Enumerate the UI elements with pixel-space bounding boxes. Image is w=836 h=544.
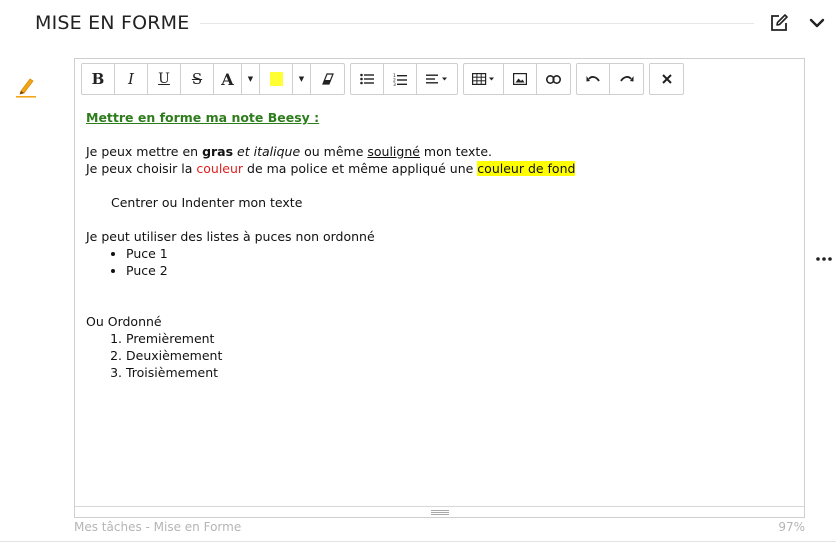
bulleted-list-icon bbox=[360, 73, 374, 85]
redo-icon bbox=[619, 76, 633, 82]
list-item: Puce 2 bbox=[126, 262, 786, 279]
redo-button[interactable] bbox=[610, 64, 643, 94]
bulleted-list: Puce 1 Puce 2 bbox=[86, 245, 786, 279]
highlight-color-dropdown[interactable]: ▼ bbox=[293, 64, 311, 94]
edit-square-icon bbox=[771, 14, 788, 31]
zoom-level: 97% bbox=[778, 520, 805, 534]
insert-image-button[interactable] bbox=[504, 64, 537, 94]
note-title: Mettre en forme ma note Beesy : bbox=[86, 110, 320, 125]
toolbar-group-lists: 1 2 3 bbox=[350, 63, 458, 95]
underline-button[interactable]: U bbox=[148, 64, 181, 94]
editor-resize-handle[interactable] bbox=[75, 506, 804, 517]
editor-content[interactable]: Mettre en forme ma note Beesy : Je peux … bbox=[86, 109, 786, 381]
grip-icon bbox=[430, 509, 449, 515]
list-item: Troisièmement bbox=[126, 364, 786, 381]
clear-format-button[interactable] bbox=[311, 64, 344, 94]
edit-button[interactable] bbox=[768, 12, 790, 34]
editor-toolbar: B I U S A ▼ ▼ 1 2 3 bbox=[81, 63, 684, 95]
highlight-color-button[interactable] bbox=[260, 64, 293, 94]
numbered-list-icon: 1 2 3 bbox=[393, 73, 407, 86]
svg-text:3: 3 bbox=[393, 82, 396, 86]
bottom-divider bbox=[0, 541, 836, 542]
panel-header: MISE EN FORME bbox=[0, 0, 836, 46]
italic-button[interactable]: I bbox=[115, 64, 148, 94]
font-color-dropdown[interactable]: ▼ bbox=[242, 64, 260, 94]
insert-table-button[interactable] bbox=[464, 64, 504, 94]
close-icon bbox=[661, 74, 672, 84]
list-item: Puce 1 bbox=[126, 245, 786, 262]
eraser-icon bbox=[321, 73, 334, 85]
bullets-intro: Je peut utiliser des listes à puces non … bbox=[86, 229, 375, 244]
bulleted-list-button[interactable] bbox=[351, 64, 384, 94]
rich-text-editor[interactable]: B I U S A ▼ ▼ 1 2 3 Mettre en forme ma n… bbox=[74, 58, 805, 518]
link-icon bbox=[546, 74, 561, 84]
red-text: couleur bbox=[196, 161, 244, 176]
indented-text: Centrer ou Indenter mon texte bbox=[111, 195, 303, 210]
color-line: Je peux choisir la couleur de ma police … bbox=[86, 161, 576, 176]
bold-text: gras bbox=[202, 144, 234, 159]
undo-icon bbox=[586, 76, 600, 82]
toolbar-group-insert bbox=[463, 63, 571, 95]
numbered-list-button[interactable]: 1 2 3 bbox=[384, 64, 417, 94]
toolbar-group-history bbox=[576, 63, 644, 95]
bold-button[interactable]: B bbox=[82, 64, 115, 94]
undo-button[interactable] bbox=[577, 64, 610, 94]
list-item: Deuxièmement bbox=[126, 347, 786, 364]
caret-down-icon: ▼ bbox=[298, 75, 305, 83]
align-dropdown-button[interactable] bbox=[417, 64, 457, 94]
chevron-down-icon bbox=[809, 18, 825, 28]
format-line: Je peux mettre en gras et italique ou mê… bbox=[86, 144, 492, 159]
panel-title: MISE EN FORME bbox=[35, 12, 190, 34]
list-item: Premièrement bbox=[126, 330, 786, 347]
pencil-icon bbox=[14, 74, 38, 100]
underlined-text: souligné bbox=[367, 144, 420, 159]
font-color-button[interactable]: A bbox=[214, 64, 242, 94]
caret-down-icon: ▼ bbox=[247, 75, 254, 83]
note-path: Mes tâches - Mise en Forme bbox=[74, 520, 242, 534]
image-icon bbox=[513, 73, 527, 85]
align-icon bbox=[426, 74, 447, 84]
numbered-list: Premièrement Deuxièmement Troisièmement bbox=[86, 330, 786, 381]
ordered-intro: Ou Ordonné bbox=[86, 314, 162, 329]
toolbar-group-format: B I U S A ▼ ▼ bbox=[81, 63, 345, 95]
strikethrough-button[interactable]: S bbox=[181, 64, 214, 94]
close-editor-button[interactable] bbox=[650, 64, 683, 94]
more-options-button[interactable] bbox=[814, 252, 834, 266]
header-divider bbox=[200, 23, 754, 24]
insert-link-button[interactable] bbox=[537, 64, 570, 94]
highlighted-text: couleur de fond bbox=[477, 161, 576, 176]
italic-text: et italique bbox=[237, 144, 301, 159]
collapse-button[interactable] bbox=[806, 12, 828, 34]
toolbar-group-close bbox=[649, 63, 684, 95]
more-horizontal-icon bbox=[816, 257, 832, 261]
table-icon bbox=[471, 73, 494, 85]
highlight-swatch bbox=[269, 72, 283, 86]
